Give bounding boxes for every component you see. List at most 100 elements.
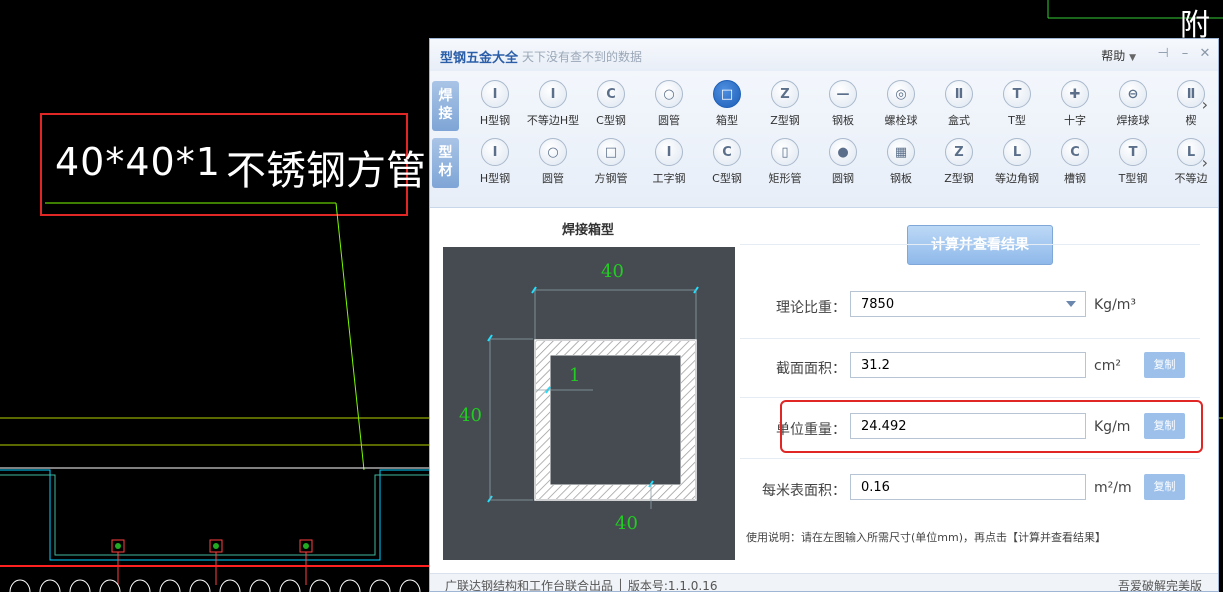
help-menu[interactable]: 帮助 ▼ bbox=[1101, 47, 1136, 64]
toolbar-item[interactable]: ● 圆钢 bbox=[814, 138, 872, 186]
toolbar-item[interactable]: Z Z型钢 bbox=[930, 138, 988, 186]
density-label: 理论比重： bbox=[776, 300, 846, 316]
shape-icon: T bbox=[1119, 138, 1147, 166]
surface-label: 每米表面积： bbox=[762, 483, 846, 499]
surface-value: 0.16 bbox=[861, 480, 890, 495]
shape-icon: ◎ bbox=[887, 80, 915, 108]
shape-toolbar: 焊接 型材 I H型钢 I 不等边H型 C C型钢 ○ 圆管 □ 箱型 Z Z型钢 — 钢板 ◎ 螺栓球 Ⅱ 盒式… bbox=[430, 71, 1218, 208]
toolbar-item[interactable]: L 不等边 bbox=[1162, 138, 1218, 186]
toolbar-item[interactable]: Z Z型钢 bbox=[756, 80, 814, 128]
surface-field[interactable]: 0.16 bbox=[850, 474, 1086, 500]
toolbar-item-label: 楔 bbox=[1185, 114, 1197, 127]
toolbar-item-label: Z型钢 bbox=[770, 114, 800, 127]
toolbar-item-label: 钢板 bbox=[890, 172, 912, 185]
toolbar-item[interactable]: ◎ 螺栓球 bbox=[872, 80, 930, 128]
title-bar: 型钢五金大全 天下没有查不到的数据 帮助 ▼ ⊣ – ✕ bbox=[430, 39, 1218, 72]
shape-icon: C bbox=[1061, 138, 1089, 166]
toolbar-item[interactable]: I H型钢 bbox=[466, 138, 524, 186]
shape-icon: ✚ bbox=[1061, 80, 1089, 108]
density-value: 7850 bbox=[861, 297, 895, 312]
shape-icon: C bbox=[713, 138, 741, 166]
status-bar: 广联达钢结构和工作台联合出品 │ 版本号:1.1.0.16 吾爱破解完美版 bbox=[430, 573, 1218, 592]
shape-icon: ▯ bbox=[771, 138, 799, 166]
area-field[interactable]: 31.2 bbox=[850, 352, 1086, 378]
section-diagram: 40 40 1 40 bbox=[443, 247, 735, 560]
toolbar-item[interactable]: Ⅱ楔 bbox=[1162, 80, 1218, 128]
toolbar-item[interactable]: C C型钢 bbox=[698, 138, 756, 186]
toolbar-item-label: 等边角钢 bbox=[995, 172, 1039, 185]
shape-icon: I bbox=[481, 138, 509, 166]
shape-icon: ○ bbox=[655, 80, 683, 108]
toolbar-item[interactable]: I 工字钢 bbox=[640, 138, 698, 186]
chevron-down-icon[interactable] bbox=[1066, 301, 1076, 307]
dim-left[interactable]: 40 bbox=[459, 405, 482, 426]
app-title: 型钢五金大全 bbox=[440, 51, 519, 66]
footer-edition: 吾爱破解完美版 bbox=[1117, 579, 1202, 592]
toolbar-item[interactable]: Ⅱ 盒式 bbox=[930, 80, 988, 128]
dim-bottom[interactable]: 40 bbox=[615, 513, 638, 534]
app-slogan: 天下没有查不到的数据 bbox=[522, 50, 643, 64]
toolbar-item-label: 圆管 bbox=[542, 172, 564, 185]
shape-icon: ● bbox=[829, 138, 857, 166]
toolbar-item[interactable]: ○ 圆管 bbox=[640, 80, 698, 128]
chevron-down-icon: ▼ bbox=[1129, 53, 1136, 63]
shape-icon: ○ bbox=[539, 138, 567, 166]
chevron-right-icon[interactable]: › bbox=[1202, 95, 1208, 114]
toolbar-item[interactable]: L 等边角钢 bbox=[988, 138, 1046, 186]
divider bbox=[740, 244, 1200, 245]
toolbar-item[interactable]: ▦ 钢板 bbox=[872, 138, 930, 186]
toolbar-item[interactable]: C 槽钢 bbox=[1046, 138, 1104, 186]
shape-icon: □ bbox=[713, 80, 741, 108]
toolbar-item[interactable]: □ 方钢管 bbox=[582, 138, 640, 186]
toolbar-item-label: C型钢 bbox=[712, 172, 742, 185]
toolbar-item[interactable]: I H型钢 bbox=[466, 80, 524, 128]
toolbar-item[interactable]: ✚ 十字 bbox=[1046, 80, 1104, 128]
minimize-icon[interactable]: – bbox=[1176, 44, 1194, 64]
divider bbox=[740, 397, 1200, 398]
toolbar-item-label: 工字钢 bbox=[652, 172, 686, 185]
chevron-right-icon[interactable]: › bbox=[1202, 153, 1208, 172]
toolbar-item-label: 焊接球 bbox=[1116, 114, 1150, 127]
toolbar-item[interactable]: T T型钢 bbox=[1104, 138, 1162, 186]
toolbar-item[interactable]: ⊖ 焊接球 bbox=[1104, 80, 1162, 128]
shape-icon: ⊖ bbox=[1119, 80, 1147, 108]
shape-icon: Z bbox=[945, 138, 973, 166]
toolbar-item-label: C型钢 bbox=[596, 114, 626, 127]
cad-label-size: 40*40*1 bbox=[55, 140, 221, 184]
toolbar-item[interactable]: T T型 bbox=[988, 80, 1046, 128]
usage-note: 使用说明：请在左图输入所需尺寸(单位mm)，再点击【计算并查看结果】 bbox=[746, 531, 1107, 544]
density-unit: Kg/m³ bbox=[1094, 297, 1137, 313]
help-label: 帮助 bbox=[1101, 49, 1126, 63]
area-value: 31.2 bbox=[861, 358, 890, 373]
app-window: 型钢五金大全 天下没有查不到的数据 帮助 ▼ ⊣ – ✕ 焊接 型材 I H型钢 I… bbox=[429, 38, 1219, 592]
toolbar-item[interactable]: ○ 圆管 bbox=[524, 138, 582, 186]
toolbar-item-label: 螺栓球 bbox=[884, 114, 918, 127]
dim-top[interactable]: 40 bbox=[601, 261, 624, 282]
calculate-button[interactable]: 计算并查看结果 bbox=[907, 225, 1053, 265]
weight-highlight-box bbox=[780, 400, 1203, 453]
toolbar-item-label: 圆钢 bbox=[832, 172, 854, 185]
shape-icon: T bbox=[1003, 80, 1031, 108]
surface-unit: m²/m bbox=[1094, 480, 1132, 496]
row-tag-profiles: 型材 bbox=[432, 138, 459, 188]
dim-thickness[interactable]: 1 bbox=[569, 365, 580, 386]
pin-icon[interactable]: ⊣ bbox=[1154, 44, 1172, 64]
toolbar-item[interactable]: □ 箱型 bbox=[698, 80, 756, 128]
close-icon[interactable]: ✕ bbox=[1196, 44, 1214, 64]
density-select[interactable]: 7850 bbox=[850, 291, 1086, 317]
toolbar-item[interactable]: I 不等边H型 bbox=[524, 80, 582, 128]
toolbar-item[interactable]: C C型钢 bbox=[582, 80, 640, 128]
toolbar-item-label: H型钢 bbox=[479, 172, 511, 185]
toolbar-item[interactable]: — 钢板 bbox=[814, 80, 872, 128]
shape-icon: I bbox=[655, 138, 683, 166]
shape-icon: □ bbox=[597, 138, 625, 166]
shape-icon: ▦ bbox=[887, 138, 915, 166]
shape-icon: I bbox=[539, 80, 567, 108]
copy-area-button[interactable]: 复制 bbox=[1144, 352, 1185, 378]
toolbar-item-label: 不等边H型 bbox=[526, 114, 580, 127]
toolbar-item[interactable]: ▯ 矩形管 bbox=[756, 138, 814, 186]
shape-icon: Z bbox=[771, 80, 799, 108]
copy-surface-button[interactable]: 复制 bbox=[1144, 474, 1185, 500]
shape-icon: — bbox=[829, 80, 857, 108]
toolbar-item-label: T型钢 bbox=[1118, 172, 1148, 185]
